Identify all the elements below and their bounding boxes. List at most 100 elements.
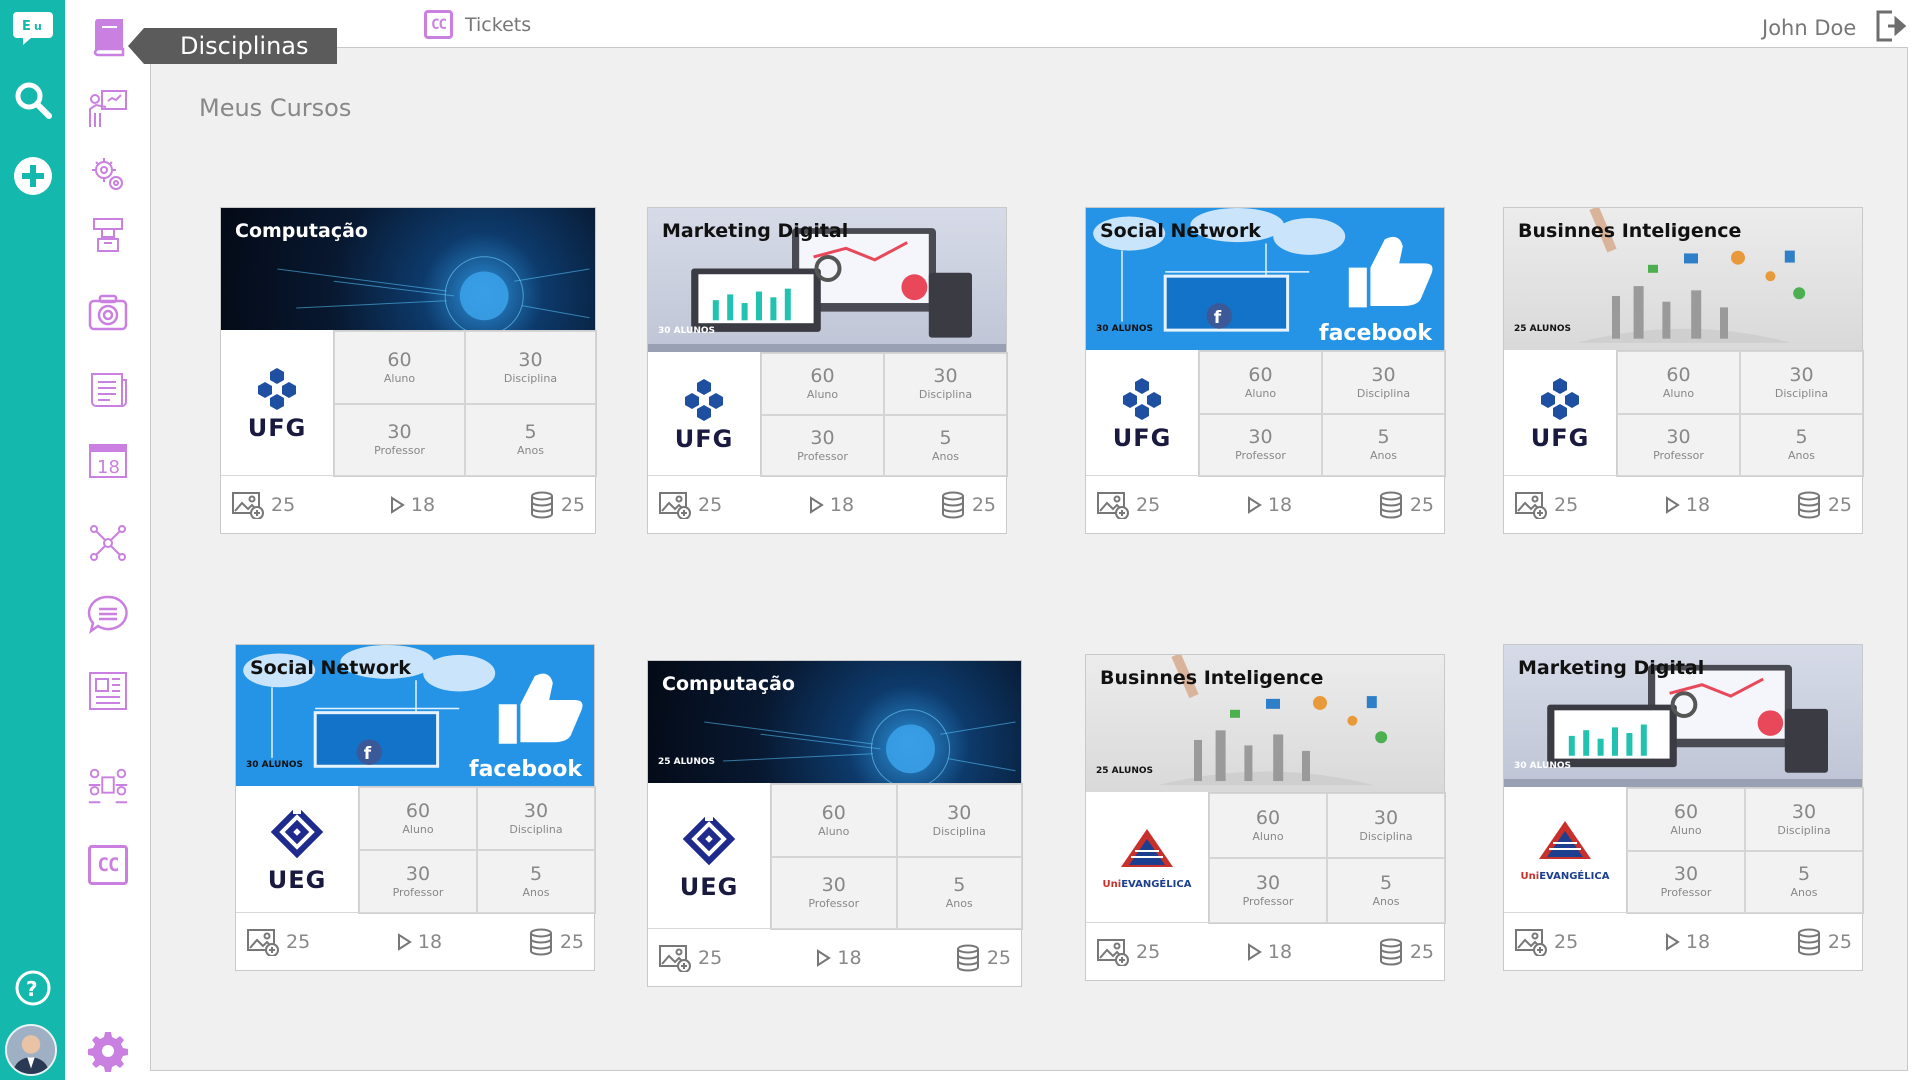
course-banner[interactable]: f Social Network 30 ALUNOS facebook — [236, 645, 594, 786]
book-icon[interactable] — [85, 14, 131, 60]
course-banner[interactable]: Computação 25 ALUNOS — [648, 661, 1021, 783]
images-count[interactable]: 25 — [231, 491, 295, 519]
help-icon[interactable]: ? — [9, 964, 57, 1012]
images-count[interactable]: 25 — [246, 928, 310, 956]
students-label: 25 ALUNOS — [1096, 766, 1154, 776]
add-image-icon — [1097, 938, 1129, 966]
course-card[interactable]: Marketing Digital 30 ALUNOS UFG 60 Aluno … — [647, 207, 1008, 534]
videos-count[interactable]: 18 — [815, 947, 862, 969]
news-icon[interactable] — [85, 367, 131, 413]
course-banner[interactable]: Businnes Inteligence 25 ALUNOS — [1504, 208, 1862, 350]
institution-name: UniEVANGÉLICA — [1520, 871, 1610, 882]
user-name[interactable]: John Doe — [1762, 16, 1856, 40]
tab-tickets[interactable]: CC Tickets — [424, 10, 531, 39]
course-stats: 60 Aluno 30 Disciplina 30 Professor 5 Anos — [333, 330, 597, 477]
images-count[interactable]: 25 — [1096, 491, 1160, 519]
course-title: Social Network — [250, 657, 411, 679]
students-label: 30 ALUNOS — [658, 326, 716, 336]
section-title: Meus Cursos — [199, 94, 352, 122]
storage-count[interactable]: 25 — [1796, 928, 1852, 956]
stat-aluno: 60 Aluno — [334, 331, 465, 404]
avatar[interactable] — [5, 1024, 57, 1076]
settings-icon[interactable] — [85, 152, 131, 198]
storage-count[interactable]: 25 — [940, 491, 996, 519]
course-banner[interactable]: Businnes Inteligence 25 ALUNOS — [1086, 655, 1444, 792]
students-label: 30 ALUNOS — [246, 760, 304, 770]
tab-disciplinas[interactable]: Disciplinas — [128, 28, 337, 64]
camera-icon[interactable] — [85, 290, 131, 336]
storage-count[interactable]: 25 — [955, 944, 1011, 972]
videos-count[interactable]: 18 — [389, 494, 435, 516]
calendar-icon[interactable]: 18 — [85, 436, 131, 482]
course-banner[interactable]: Marketing Digital 30 ALUNOS — [1504, 645, 1862, 787]
database-icon — [1797, 491, 1820, 519]
stat-professor: 30 Professor — [1199, 413, 1322, 476]
workshop-icon[interactable] — [85, 212, 131, 258]
institution-logo: UEG — [648, 783, 770, 930]
stat-professor: 30 Professor — [771, 856, 897, 929]
network-icon[interactable] — [85, 520, 131, 566]
ueg-logo-icon — [270, 806, 324, 859]
images-count[interactable]: 25 — [658, 491, 722, 519]
logout-icon[interactable] — [1874, 8, 1908, 44]
images-count[interactable]: 25 — [1096, 938, 1160, 966]
course-footer: 25 18 25 — [221, 475, 595, 533]
stat-professor: 30 Professor — [1617, 413, 1740, 476]
course-card[interactable]: Computação UFG 60 Aluno 30 Disciplina 30 Pr… — [220, 207, 597, 534]
svg-text:f: f — [364, 743, 372, 763]
course-stats: 60 Aluno 30 Disciplina 30 Professor 5 Anos — [358, 786, 596, 914]
meeting-icon[interactable] — [85, 762, 131, 808]
stat-aluno: 60 Aluno — [359, 787, 477, 850]
course-card[interactable]: f Social Network 30 ALUNOS facebook UEG … — [235, 644, 596, 971]
chat-list-icon[interactable] — [85, 592, 131, 638]
institution-logo: UFG — [1504, 350, 1616, 477]
images-count[interactable]: 25 — [1514, 928, 1578, 956]
storage-count[interactable]: 25 — [529, 491, 585, 519]
course-banner[interactable]: f Social Network 30 ALUNOS facebook — [1086, 208, 1444, 350]
play-icon — [390, 495, 405, 514]
institution-logo: UFG — [221, 330, 333, 477]
add-icon[interactable] — [9, 152, 57, 200]
course-card[interactable]: Businnes Inteligence 25 ALUNOS UFG 60 Alu… — [1503, 207, 1864, 534]
storage-count[interactable]: 25 — [1378, 491, 1434, 519]
add-image-icon — [1515, 928, 1547, 956]
institution-logo: UEG — [236, 786, 358, 914]
svg-text:?: ? — [26, 977, 38, 1001]
storage-count[interactable]: 25 — [1796, 491, 1852, 519]
gear-icon[interactable] — [85, 1028, 131, 1074]
app-rail: Eu ? — [0, 0, 65, 1080]
search-icon[interactable] — [9, 76, 57, 124]
chat-logo-icon[interactable]: Eu — [9, 4, 57, 52]
stat-disciplina: 30 Disciplina — [884, 353, 1007, 415]
stat-disciplina: 30 Disciplina — [1327, 793, 1445, 858]
institution-name: UFG — [247, 413, 307, 442]
videos-count[interactable]: 18 — [396, 931, 442, 953]
course-card[interactable]: f Social Network 30 ALUNOS facebook UFG … — [1085, 207, 1446, 534]
institution-name: UFG — [674, 424, 734, 453]
stat-aluno: 60 Aluno — [1209, 793, 1327, 858]
course-stats: 60 Aluno 30 Disciplina 30 Professor 5 Anos — [770, 783, 1023, 930]
add-image-icon — [1515, 491, 1547, 519]
course-title: Computação — [235, 220, 368, 242]
videos-count[interactable]: 18 — [1246, 941, 1292, 963]
presentation-icon[interactable] — [85, 86, 131, 132]
course-card[interactable]: Marketing Digital 30 ALUNOS UniEVANGÉLIC… — [1503, 644, 1864, 971]
images-count[interactable]: 25 — [658, 944, 722, 972]
images-count[interactable]: 25 — [1514, 491, 1578, 519]
banner-caption: facebook — [1319, 321, 1432, 346]
videos-count[interactable]: 18 — [1664, 931, 1710, 953]
course-banner[interactable]: Marketing Digital 30 ALUNOS — [648, 208, 1006, 352]
tickets-icon-label: CC — [88, 845, 128, 885]
course-title: Marketing Digital — [1518, 657, 1705, 679]
storage-count[interactable]: 25 — [528, 928, 584, 956]
document-icon[interactable] — [85, 668, 131, 714]
videos-count[interactable]: 18 — [808, 494, 854, 516]
tickets-icon[interactable]: CC — [85, 842, 131, 888]
stat-aluno: 60 Aluno — [761, 353, 884, 415]
videos-count[interactable]: 18 — [1246, 494, 1292, 516]
course-card[interactable]: Computação 25 ALUNOS UEG 60 Aluno 30 Disci… — [647, 660, 1023, 987]
videos-count[interactable]: 18 — [1664, 494, 1710, 516]
course-banner[interactable]: Computação — [221, 208, 595, 330]
storage-count[interactable]: 25 — [1378, 938, 1434, 966]
course-card[interactable]: Businnes Inteligence 25 ALUNOS UniEVANGÉ… — [1085, 654, 1446, 981]
